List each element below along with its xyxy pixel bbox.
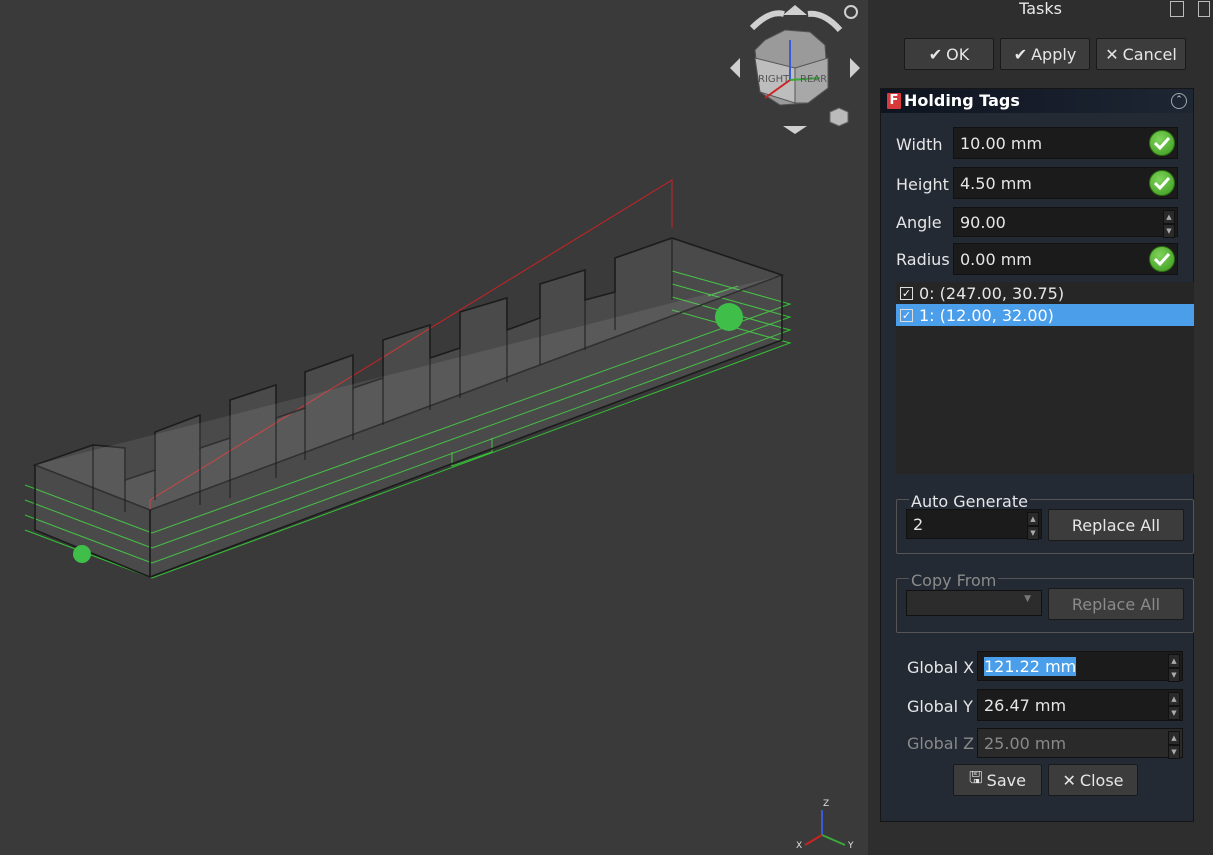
angle-spinner[interactable]: ▲ ▼ xyxy=(1163,210,1175,238)
spin-down-icon: ▼ xyxy=(1168,706,1180,720)
collapse-icon[interactable]: ⌃ xyxy=(1171,93,1187,109)
global-z-spinner: ▲ ▼ xyxy=(1168,731,1180,759)
count-spinner[interactable]: ▲ ▼ xyxy=(1027,512,1039,540)
auto-generate-count-input[interactable]: 2 ▲ ▼ xyxy=(906,509,1042,540)
valid-check-icon xyxy=(1149,246,1175,272)
copy-from-select[interactable]: ▼ xyxy=(906,590,1042,616)
float-panel-icon[interactable] xyxy=(1170,1,1184,17)
global-x-input[interactable]: 121.22 mm ▲ ▼ xyxy=(977,651,1183,682)
navigation-cube: RIGHT REAR xyxy=(730,5,860,134)
tag-list[interactable]: ✓ 0: (247.00, 30.75) ✓ 1: (12.00, 32.00) xyxy=(896,282,1194,474)
axis-z-label: Z xyxy=(823,799,829,809)
tag-marker-1 xyxy=(715,303,743,331)
valid-check-icon xyxy=(1149,130,1175,156)
spin-up-icon: ▲ xyxy=(1168,692,1180,706)
tasks-panel: Tasks ✔ OK ✔ Apply ✕ Cancel F Holding Tags … xyxy=(868,0,1213,855)
close-icon: ✕ xyxy=(1062,770,1076,790)
panel-title: Tasks xyxy=(1019,0,1062,18)
close-button[interactable]: ✕ Close xyxy=(1048,764,1138,796)
freecad-logo-icon: F xyxy=(887,93,901,109)
tag-marker-0 xyxy=(73,545,91,563)
radius-input[interactable]: 0.00 mm xyxy=(953,243,1178,275)
width-input[interactable]: 10.00 mm xyxy=(953,127,1178,159)
global-y-label: Global Y xyxy=(907,697,973,716)
3d-viewport[interactable]: RIGHT REAR Z Y X xyxy=(0,0,868,855)
valid-check-icon xyxy=(1149,170,1175,196)
global-x-spinner[interactable]: ▲ ▼ xyxy=(1168,654,1180,682)
spin-up-icon: ▲ xyxy=(1027,512,1039,526)
apply-button[interactable]: ✔ Apply xyxy=(1000,38,1090,70)
auto-replace-all-button[interactable]: Replace All xyxy=(1048,509,1184,541)
cancel-button[interactable]: ✕ Cancel xyxy=(1096,38,1186,70)
copy-replace-all-button[interactable]: Replace All xyxy=(1048,588,1184,620)
navcube-right-label: RIGHT xyxy=(758,74,790,85)
global-x-label: Global X xyxy=(907,658,975,677)
spin-down-icon: ▼ xyxy=(1163,224,1175,238)
spin-down-icon: ▼ xyxy=(1168,668,1180,682)
holding-tags-title: Holding Tags xyxy=(904,91,1020,110)
holding-tags-header[interactable]: F Holding Tags ⌃ xyxy=(881,89,1193,113)
tag-list-item[interactable]: ✓ 0: (247.00, 30.75) xyxy=(896,282,1194,304)
spin-up-icon: ▲ xyxy=(1168,731,1180,745)
global-z-input: 25.00 mm ▲ ▼ xyxy=(977,728,1183,759)
tag-list-item-selected[interactable]: ✓ 1: (12.00, 32.00) xyxy=(896,304,1194,326)
radius-label: Radius xyxy=(896,250,950,269)
global-z-label: Global Z xyxy=(907,734,975,753)
global-y-input[interactable]: 26.47 mm ▲ ▼ xyxy=(977,689,1183,721)
axis-y-label: Y xyxy=(847,841,854,851)
axis-x-label: X xyxy=(796,841,802,851)
angle-input[interactable]: 90.00 ▲ ▼ xyxy=(953,207,1178,238)
width-label: Width xyxy=(896,135,943,154)
copy-from-label: Copy From xyxy=(909,571,999,590)
check-icon: ✔ xyxy=(928,44,943,64)
global-y-spinner[interactable]: ▲ ▼ xyxy=(1168,692,1180,720)
holding-tags-box: F Holding Tags ⌃ Width 10.00 mm Height 4… xyxy=(880,88,1194,822)
checkbox-checked-icon[interactable]: ✓ xyxy=(900,308,913,322)
spin-down-icon: ▼ xyxy=(1027,526,1039,540)
checkbox-checked-icon[interactable]: ✓ xyxy=(900,286,913,300)
save-icon: 🖫 xyxy=(969,767,983,787)
navcube-rear-label: REAR xyxy=(800,74,827,85)
model-body xyxy=(32,237,785,578)
chevron-down-icon: ▼ xyxy=(1024,594,1031,604)
undock-icon[interactable] xyxy=(1198,1,1210,17)
angle-label: Angle xyxy=(896,213,942,232)
close-icon: ✕ xyxy=(1105,44,1119,64)
save-button[interactable]: 🖫 Save xyxy=(953,764,1042,796)
spin-up-icon: ▲ xyxy=(1168,654,1180,668)
height-input[interactable]: 4.50 mm xyxy=(953,167,1178,199)
spin-up-icon: ▲ xyxy=(1163,210,1175,224)
spin-down-icon: ▼ xyxy=(1168,745,1180,759)
height-label: Height xyxy=(896,175,949,194)
ok-button[interactable]: ✔ OK xyxy=(904,38,994,70)
model-view: RIGHT REAR Z Y X xyxy=(24,5,860,851)
check-icon: ✔ xyxy=(1013,44,1028,64)
axis-triad: Z Y X xyxy=(796,799,854,851)
